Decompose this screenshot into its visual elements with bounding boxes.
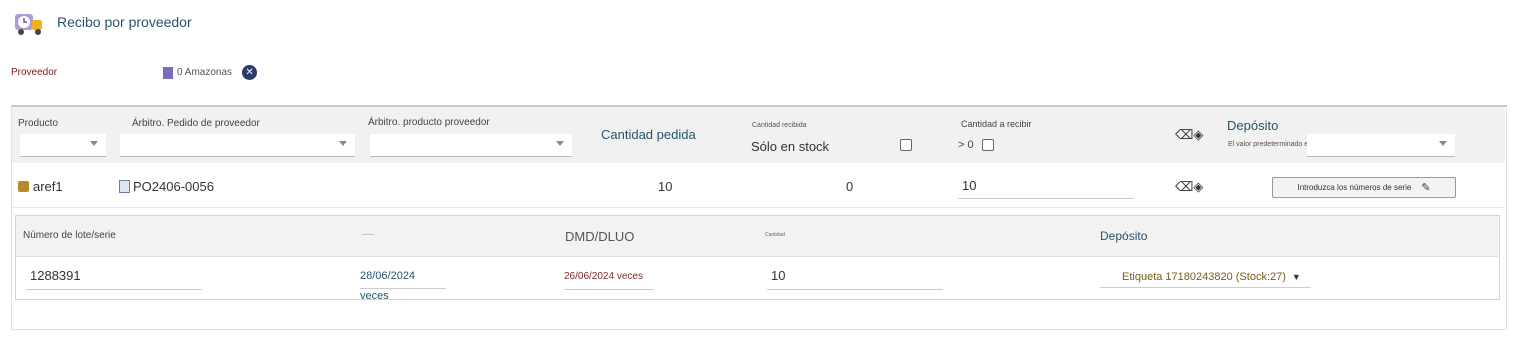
header-warehouse: Depósito [1227,118,1279,133]
only-in-stock-checkbox[interactable] [900,139,912,151]
header-product: Producto [18,118,59,129]
header-qty-ordered: Cantidad pedida [601,127,696,142]
header-qty-received: Cantidad recibida [752,122,807,129]
header-qty-to-receive: Cantidad a recibir [961,119,1032,129]
qty-received-value: 0 [846,179,854,194]
order-doc-icon [119,180,130,193]
edit-icon: ✎ [1421,182,1431,194]
lots-header [16,216,1498,257]
header-po-ref: Árbitro. Pedido de proveedor [132,118,260,129]
po-ref-filter-select[interactable] [120,134,355,157]
product-box-icon [18,181,29,192]
only-in-stock-label: Sólo en stock [751,139,830,154]
product-cell[interactable]: aref1 [18,179,63,194]
lot-warehouse-select[interactable]: Etiqueta 17180243820 (Stock:27) ▼ [1100,266,1311,288]
page-title: Recibo por proveedor [57,14,192,30]
eraser-fill-icons[interactable]: ⌫◈ [1175,127,1203,143]
product-ref[interactable]: aref1 [33,179,63,194]
remove-supplier-icon[interactable]: ✕ [242,65,258,80]
truck-clock-icon [12,10,48,38]
order-ref[interactable]: PO2406-0056 [133,179,214,194]
product-filter-select[interactable] [20,134,106,157]
order-cell[interactable]: PO2406-0056 [119,179,214,194]
gt-zero-label: > 0 [958,139,974,151]
lot-warehouse-value: Etiqueta 17180243820 (Stock:27) [1122,270,1286,283]
lots-header-lot: Número de lote/serie [23,230,116,241]
supplier-ref-filter-select[interactable] [370,134,572,157]
enter-serials-button[interactable]: Introduzca los números de serie ✎ [1272,177,1456,198]
row-divider [12,207,1505,208]
qty-ordered-value: 10 [658,179,673,194]
building-icon [163,66,173,79]
warehouse-default-select[interactable] [1307,134,1455,157]
lots-header-warehouse: Depósito [1100,229,1148,243]
supplier-value[interactable]: 0 Amazonas ✕ [163,65,258,80]
chevron-down-icon: ▼ [1291,271,1301,282]
lot-input[interactable]: 1288391 [26,265,202,290]
supplier-name[interactable]: 0 Amazonas [177,67,232,78]
header-supplier-ref: Árbitro. producto proveedor [368,117,490,128]
enter-serials-label: Introduzca los números de serie [1297,183,1412,192]
lot-date2-input[interactable]: 26/06/2024 veces [564,267,654,290]
qty-to-receive-input[interactable]: 10 [958,176,1134,199]
supplier-label: Proveedor [11,67,58,78]
lots-header-qty: Cantidad [765,232,786,238]
lot-qty-input[interactable]: 10 [767,265,943,290]
row-eraser-fill-icons[interactable]: ⌫◈ [1175,179,1203,195]
lots-header-dmd: DMD/DLUO [565,229,635,244]
gt-zero-checkbox[interactable] [982,139,994,151]
lot-date1-input[interactable]: 28/06/2024 veces [360,266,446,302]
lots-header-dash: ------ [362,232,374,238]
